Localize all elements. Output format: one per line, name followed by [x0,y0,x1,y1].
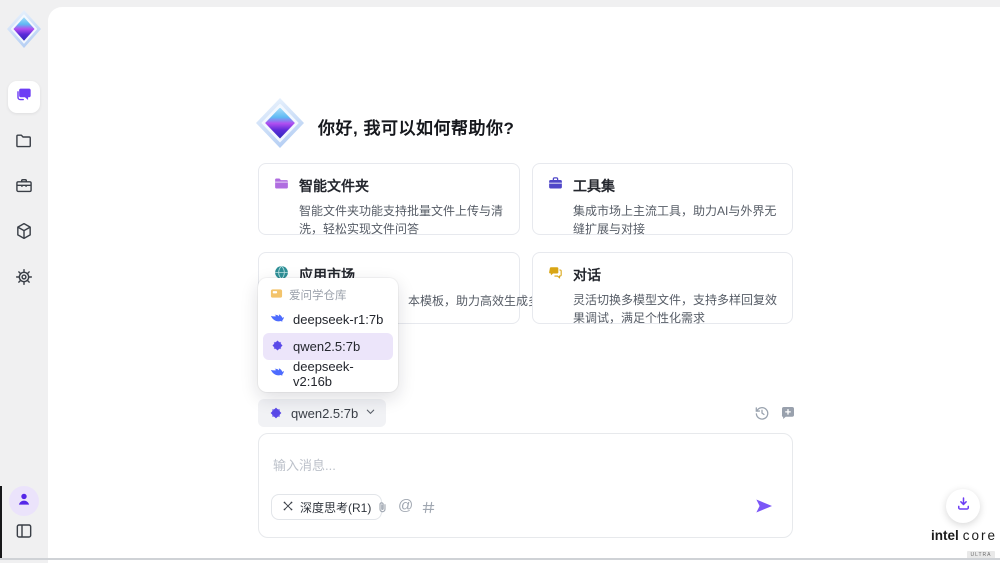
attach-file-button[interactable] [374,499,391,516]
history-clock-icon [753,409,771,426]
model-option-deepseek-v2[interactable]: deepseek-v2:16b [263,360,393,387]
hash-grid-icon [420,503,437,520]
chevron-down-icon [365,404,376,422]
card-toolset[interactable]: 工具集 集成市场上主流工具，助力AI与外界无缝扩展与对接 [532,163,793,235]
cube-icon [14,221,34,246]
deep-think-icon [282,500,294,515]
model-option-label: deepseek-v2:16b [293,359,386,389]
sidebar-item-profile[interactable] [9,486,39,516]
sidebar-item-models[interactable] [8,217,40,249]
sidebar-item-folders[interactable] [8,127,40,159]
window-edge-left [0,486,2,560]
sidebar-item-settings[interactable] [8,263,40,295]
card-description: 智能文件夹功能支持批量文件上传与清洗，轻松实现文件问答 [299,202,505,238]
model-selector[interactable]: qwen2.5:7b [258,399,386,427]
prompt-tags-button[interactable] [420,499,437,516]
sidebar-item-collapse[interactable] [8,517,40,549]
model-selector-value: qwen2.5:7b [291,406,358,421]
greeting-title: 你好, 我可以如何帮助你? [318,114,514,139]
card-description: 灵活切换多模型文件，支持多样回复效果调试，满足个性化需求 [573,291,778,327]
app-logo-icon [7,10,41,48]
card-smart-folder[interactable]: 智能文件夹 智能文件夹功能支持批量文件上传与清洗，轻松实现文件问答 [258,163,520,235]
card-title: 对话 [573,265,601,285]
core-text: core [963,528,997,543]
model-dropdown: 爱问学仓库 deepseek-r1:7b qwen2.5:7b deepseek… [258,278,398,392]
gear-icon [14,267,34,292]
sidebar-item-chat[interactable] [8,81,40,113]
mention-button[interactable]: @ [398,497,413,514]
model-option-label: deepseek-r1:7b [293,312,383,327]
model-group-label: 爱问学仓库 [289,287,347,303]
folder-icon [14,131,34,156]
briefcase-icon [14,176,34,201]
download-fab-button[interactable] [946,489,980,523]
greeting-logo-icon [256,98,304,148]
send-button[interactable] [754,496,774,516]
deep-think-label: 深度思考(R1) [300,499,371,516]
card-title: 工具集 [573,176,615,196]
model-option-deepseek-r1[interactable]: deepseek-r1:7b [263,306,393,333]
app-window: 你好, 我可以如何帮助你? 智能文件夹 智能文件夹功能支持批量文件上传与清洗，轻… [0,0,1000,563]
deepseek-whale-icon [270,311,285,329]
card-description: 集成市场上主流工具，助力AI与外界无缝扩展与对接 [573,202,778,238]
intel-core-badge: intel core ultra [928,528,1000,561]
send-arrow-icon [754,503,774,520]
chat-duo-icon [547,264,564,286]
chat-plus-icon [779,409,797,426]
download-icon [954,494,973,518]
deep-think-toggle[interactable]: 深度思考(R1) [271,494,382,520]
user-avatar-icon [15,490,33,513]
qwen-icon [268,405,284,421]
sidebar [0,0,48,563]
composer: 深度思考(R1) @ [258,433,793,538]
new-chat-button[interactable] [779,404,797,422]
deepseek-whale-icon [270,365,285,383]
repository-badge-icon [270,287,283,303]
card-conversation[interactable]: 对话 灵活切换多模型文件，支持多样回复效果调试，满足个性化需求 [532,252,793,324]
intel-text: intel [931,528,959,543]
window-edge-bottom [0,558,1000,560]
model-option-label: qwen2.5:7b [293,339,360,354]
paperclip-icon [374,503,391,520]
sidebar-item-toolbox[interactable] [8,172,40,204]
message-input[interactable] [273,445,773,485]
card-title: 智能文件夹 [299,176,369,196]
toolbox-icon [547,175,564,197]
at-icon: @ [398,497,413,514]
purple-folder-icon [273,175,290,197]
panel-layout-icon [14,521,34,546]
history-button[interactable] [753,404,771,422]
card-description-visible: 本模板，助力高效生成多 [408,292,540,310]
qwen-icon [270,338,285,356]
model-option-qwen[interactable]: qwen2.5:7b [263,333,393,360]
chat-bubbles-icon [14,85,34,110]
model-group-header: 爱问学仓库 [263,283,393,306]
